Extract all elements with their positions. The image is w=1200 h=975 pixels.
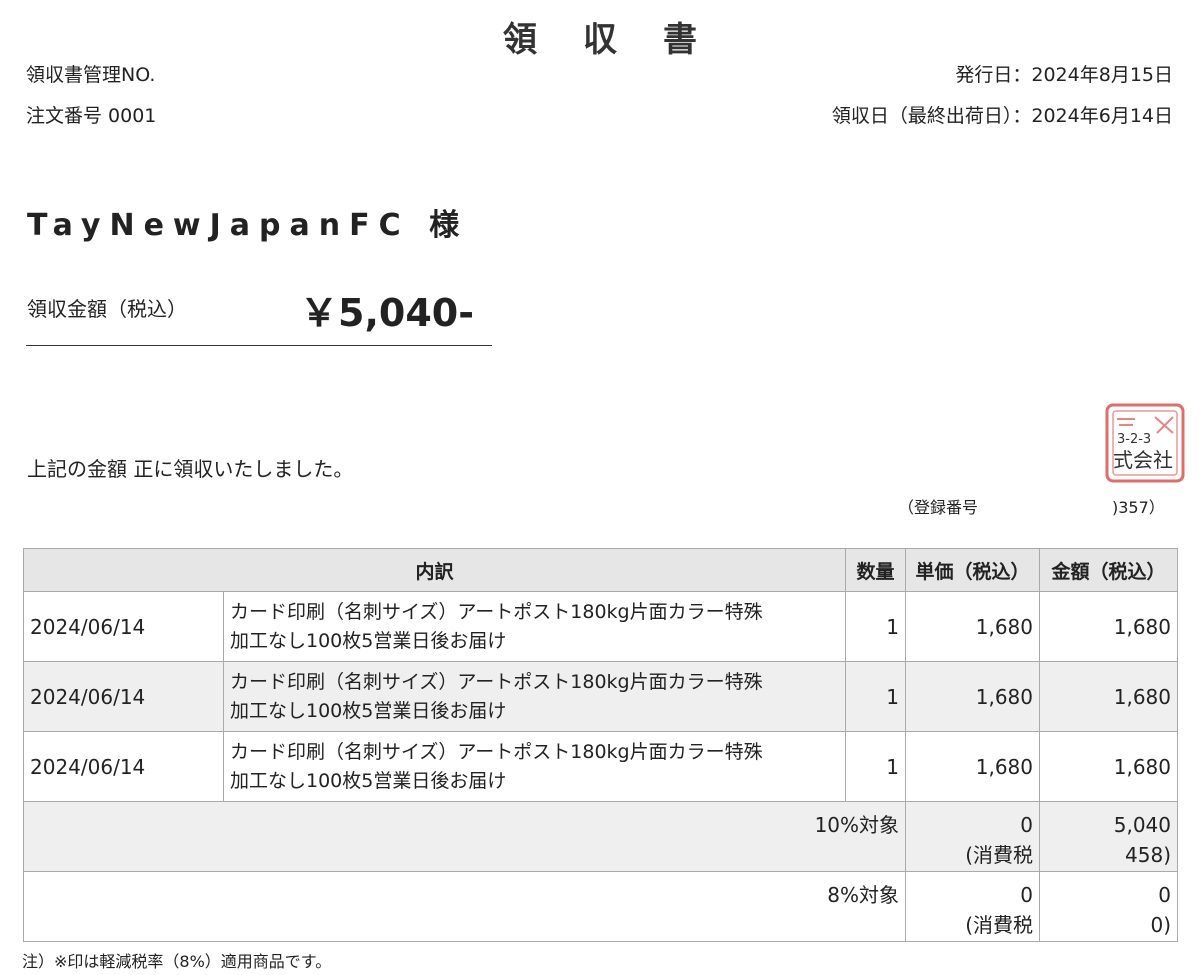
- tax-10-label: 10%対象: [22, 801, 907, 872]
- receipt-date: 領収日（最終出荷日）：2024年6月14日: [831, 105, 1173, 127]
- tax-10-base-cell: 0 (消費税: [905, 801, 1041, 872]
- document-title: 領収書: [503, 20, 743, 60]
- tax-10-total: 5,040: [1113, 813, 1172, 837]
- row-description-line: 加工なし100枚5営業日後お届け: [230, 699, 507, 722]
- table-row: 2024/06/14 カード印刷（名刺サイズ）アートポスト180kg片面カラー特…: [23, 591, 1179, 662]
- registration-number-tail: )357）: [1112, 498, 1165, 517]
- row-date: 2024/06/14: [23, 731, 224, 802]
- tax-8-base: 0: [1020, 883, 1034, 907]
- tax-8-amount-cell: 0 0): [1039, 871, 1179, 942]
- tax-8-row: 8%対象 0 (消費税 0 0): [22, 871, 1179, 942]
- management-no: 領収書管理NO.: [26, 64, 156, 86]
- row-unit-price: 1,680: [905, 731, 1041, 802]
- order-no: 注文番号 0001: [26, 105, 157, 127]
- row-description: カード印刷（名刺サイズ）アートポスト180kg片面カラー特殊 加工なし100枚5…: [222, 661, 847, 732]
- tax-8-tax-label: (消費税: [965, 913, 1034, 937]
- row-date: 2024/06/14: [23, 661, 224, 732]
- row-qty: 1: [845, 731, 907, 802]
- amount-underline: [26, 345, 492, 346]
- header-qty: 数量: [845, 548, 907, 592]
- table-header-row: 内訳 数量 単価（税込） 金額（税込）: [22, 548, 1179, 592]
- registration-label: （登録番号: [898, 498, 979, 517]
- row-description-line: 加工なし100枚5営業日後お届け: [230, 629, 507, 652]
- row-description: カード印刷（名刺サイズ）アートポスト180kg片面カラー特殊 加工なし100枚5…: [222, 731, 847, 802]
- row-qty: 1: [845, 591, 907, 662]
- row-amount: 1,680: [1039, 591, 1179, 662]
- tax-8-total: 0: [1158, 883, 1172, 907]
- row-description-line: カード印刷（名刺サイズ）アートポスト180kg片面カラー特殊: [230, 600, 763, 623]
- row-unit-price: 1,680: [905, 661, 1041, 732]
- tax-10-row: 10%対象 0 (消費税 5,040 458): [22, 801, 1179, 872]
- row-date: 2024/06/14: [23, 591, 224, 662]
- tax-8-label: 8%対象: [22, 871, 907, 942]
- table-row: 2024/06/14 カード印刷（名刺サイズ）アートポスト180kg片面カラー特…: [23, 661, 1179, 732]
- footnote: 注）※印は軽減税率（8%）適用商品です。: [22, 952, 332, 971]
- company-seal-icon: 3-2-3 式会社: [1105, 403, 1185, 483]
- row-description-line: カード印刷（名刺サイズ）アートポスト180kg片面カラー特殊: [230, 670, 763, 693]
- table-row: 2024/06/14 カード印刷（名刺サイズ）アートポスト180kg片面カラー特…: [23, 731, 1179, 802]
- items-table: 内訳 数量 単価（税込） 金額（税込） 2024/06/14 カード印刷（名刺サ…: [22, 548, 1179, 942]
- tax-8-base-cell: 0 (消費税: [905, 871, 1041, 942]
- seal-text-address: 3-2-3: [1117, 432, 1151, 447]
- customer-name: TayNewJapanFC 様: [27, 208, 469, 243]
- header-unit-price: 単価（税込）: [905, 548, 1041, 592]
- row-description: カード印刷（名刺サイズ）アートポスト180kg片面カラー特殊 加工なし100枚5…: [222, 591, 847, 662]
- header-breakdown: 内訳: [22, 548, 847, 592]
- tax-10-tax: 458): [1125, 843, 1172, 867]
- row-description-line: 加工なし100枚5営業日後お届け: [230, 769, 507, 792]
- row-qty: 1: [845, 661, 907, 732]
- tax-8-tax: 0): [1150, 913, 1172, 937]
- received-statement: 上記の金額 正に領収いたしました。: [27, 457, 354, 481]
- tax-10-base: 0: [1020, 813, 1034, 837]
- row-description-line: カード印刷（名刺サイズ）アートポスト180kg片面カラー特殊: [230, 740, 763, 763]
- header-amount: 金額（税込）: [1039, 548, 1179, 592]
- row-amount: 1,680: [1039, 731, 1179, 802]
- tax-10-tax-label: (消費税: [965, 843, 1034, 867]
- amount-value: ￥5,040-: [300, 291, 474, 335]
- row-amount: 1,680: [1039, 661, 1179, 732]
- amount-label: 領収金額（税込）: [27, 297, 187, 321]
- issue-date: 発行日：2024年8月15日: [955, 64, 1173, 86]
- tax-10-amount-cell: 5,040 458): [1039, 801, 1179, 872]
- row-unit-price: 1,680: [905, 591, 1041, 662]
- seal-text-company: 式会社: [1113, 448, 1173, 472]
